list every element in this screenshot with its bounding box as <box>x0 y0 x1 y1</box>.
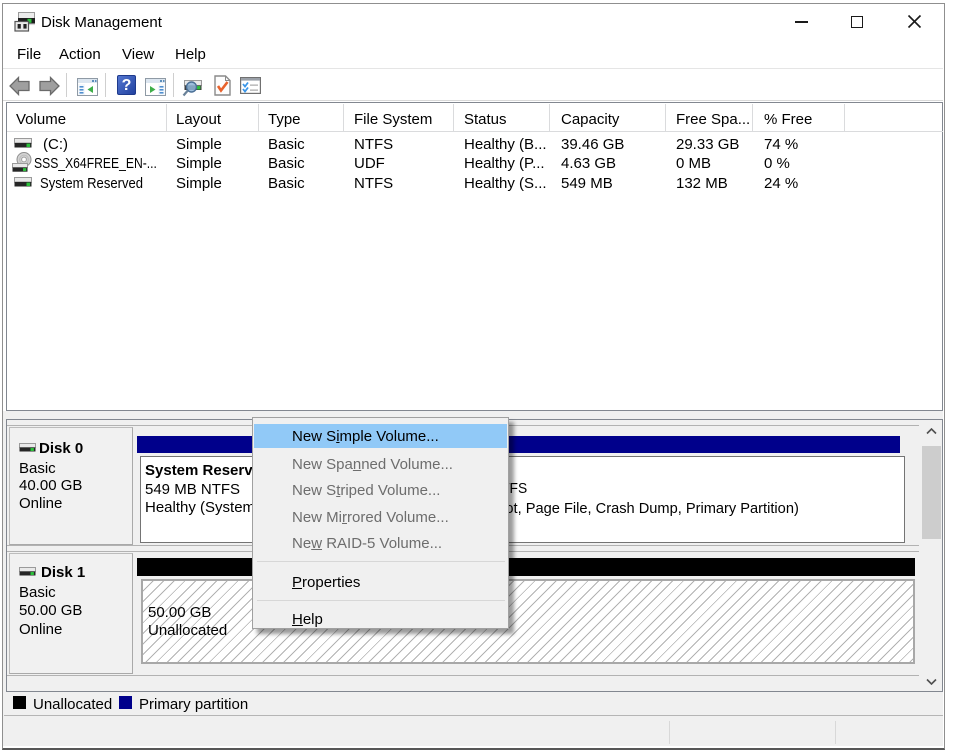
svg-text:?: ? <box>122 77 132 94</box>
